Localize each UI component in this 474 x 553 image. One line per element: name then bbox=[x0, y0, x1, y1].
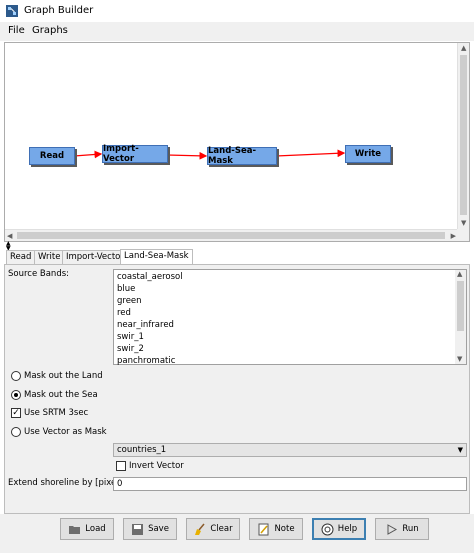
scroll-down-icon[interactable]: ▼ bbox=[461, 220, 466, 227]
menu-bar: File Graphs bbox=[0, 22, 474, 41]
list-item[interactable]: panchromatic bbox=[117, 356, 175, 366]
canvas-vertical-thumb[interactable] bbox=[460, 55, 467, 215]
edge-import-landsea bbox=[166, 151, 208, 160]
note-button-label: Note bbox=[274, 524, 295, 534]
scroll-right-icon[interactable]: ▶ bbox=[451, 233, 456, 240]
scroll-left-icon[interactable]: ◀ bbox=[7, 233, 12, 240]
extend-shoreline-label: Extend shoreline by [pixels]: bbox=[8, 478, 130, 488]
menu-file[interactable]: File bbox=[6, 25, 27, 36]
list-item[interactable]: near_infrared bbox=[117, 320, 174, 330]
list-item[interactable]: green bbox=[117, 296, 142, 306]
vector-select-value: countries_1 bbox=[117, 445, 167, 455]
help-icon bbox=[321, 523, 334, 535]
folder-icon bbox=[69, 525, 81, 534]
chevron-down-icon[interactable]: ▼ bbox=[458, 446, 463, 454]
note-button[interactable]: Note bbox=[249, 518, 303, 540]
load-button[interactable]: Load bbox=[60, 518, 114, 540]
title-bar: Graph Builder bbox=[0, 0, 474, 22]
app-icon bbox=[6, 5, 18, 17]
tab-land-sea-mask[interactable]: Land-Sea-Mask bbox=[120, 249, 193, 264]
mask-land-label: Mask out the Land bbox=[24, 371, 103, 381]
scroll-up-icon[interactable]: ▲ bbox=[457, 271, 462, 278]
run-icon bbox=[387, 523, 398, 535]
tab-write[interactable]: Write bbox=[34, 250, 65, 264]
bands-list-thumb[interactable] bbox=[457, 281, 464, 331]
clear-button-label: Clear bbox=[210, 524, 233, 534]
broom-icon bbox=[195, 523, 205, 535]
list-item[interactable]: swir_2 bbox=[117, 344, 144, 354]
bands-list-scrollbar[interactable]: ▲ ▼ bbox=[455, 270, 466, 364]
button-bar: Load Save Clear Note Help Run bbox=[0, 514, 474, 553]
use-srtm-label: Use SRTM 3sec bbox=[24, 408, 89, 418]
source-bands-list[interactable]: coastal_aerosol blue green red near_infr… bbox=[113, 269, 467, 366]
mask-land-radio[interactable] bbox=[11, 371, 21, 381]
canvas-horizontal-thumb[interactable] bbox=[17, 232, 445, 239]
window-title: Graph Builder bbox=[24, 5, 94, 16]
menu-graphs[interactable]: Graphs bbox=[30, 25, 70, 36]
use-vector-label: Use Vector as Mask bbox=[24, 427, 107, 437]
node-land-sea-mask[interactable]: Land-Sea-Mask bbox=[207, 146, 277, 166]
graph-edges bbox=[73, 149, 346, 160]
vector-select[interactable]: countries_1 ▼ bbox=[113, 443, 467, 457]
save-button[interactable]: Save bbox=[123, 518, 177, 540]
canvas-vertical-scrollbar[interactable]: ▲ ▼ bbox=[457, 43, 469, 229]
node-write[interactable]: Write bbox=[345, 145, 391, 163]
graph-canvas[interactable]: Read Import-Vector Land-Sea-Mask Write ▲… bbox=[4, 42, 470, 242]
help-button-label: Help bbox=[337, 524, 358, 534]
help-button[interactable]: Help bbox=[312, 518, 366, 540]
list-item[interactable]: red bbox=[117, 308, 131, 318]
tab-read[interactable]: Read bbox=[6, 250, 36, 264]
mask-sea-label: Mask out the Sea bbox=[24, 390, 98, 400]
land-sea-mask-panel: Source Bands: coastal_aerosol blue green… bbox=[4, 264, 470, 514]
canvas-horizontal-scrollbar[interactable]: ◀ ▶ bbox=[5, 229, 458, 241]
note-icon bbox=[258, 523, 269, 535]
edge-landsea-write bbox=[275, 149, 346, 158]
save-button-label: Save bbox=[148, 524, 169, 534]
node-read[interactable]: Read bbox=[29, 147, 75, 165]
list-item[interactable]: blue bbox=[117, 284, 135, 294]
edge-read-import bbox=[73, 150, 103, 159]
use-vector-radio[interactable] bbox=[11, 427, 21, 437]
run-button[interactable]: Run bbox=[375, 518, 429, 540]
list-item[interactable]: swir_1 bbox=[117, 332, 144, 342]
scroll-corner bbox=[457, 229, 469, 241]
save-icon bbox=[132, 523, 144, 535]
list-item[interactable]: coastal_aerosol bbox=[117, 272, 183, 282]
extend-shoreline-field[interactable]: 0 bbox=[113, 477, 467, 491]
run-button-label: Run bbox=[402, 524, 419, 534]
node-import-vector[interactable]: Import-Vector bbox=[102, 144, 168, 164]
mask-sea-radio[interactable] bbox=[11, 390, 21, 400]
scroll-down-icon[interactable]: ▼ bbox=[457, 356, 462, 363]
invert-vector-checkbox[interactable] bbox=[116, 461, 126, 471]
source-bands-label: Source Bands: bbox=[8, 269, 70, 279]
scroll-up-icon[interactable]: ▲ bbox=[461, 45, 466, 52]
load-button-label: Load bbox=[85, 524, 106, 534]
tab-import-vector[interactable]: Import-Vector bbox=[62, 250, 128, 264]
invert-vector-label: Invert Vector bbox=[129, 461, 184, 471]
use-srtm-checkbox[interactable]: ✓ bbox=[11, 408, 21, 418]
clear-button[interactable]: Clear bbox=[186, 518, 240, 540]
panel-splitter[interactable]: ▲ ▼ bbox=[4, 241, 470, 252]
